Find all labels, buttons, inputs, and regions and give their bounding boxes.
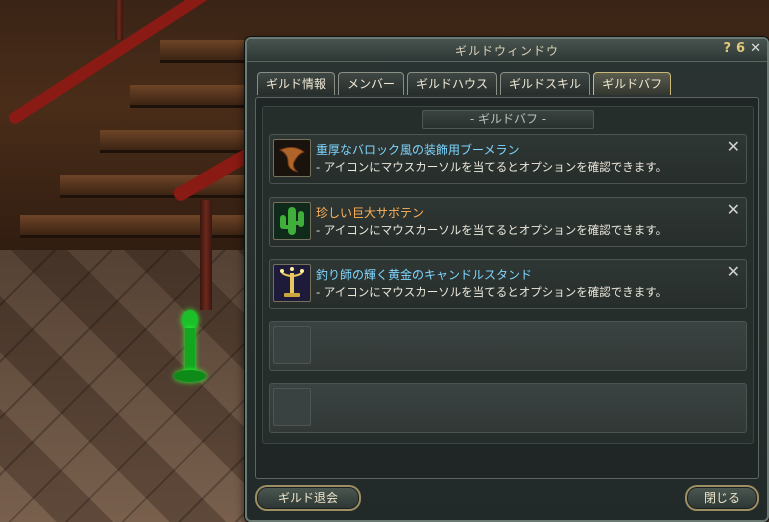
cactus-icon[interactable]: [273, 202, 311, 240]
guild-window: ギルドウィンドウ ? 6 ✕ ギルド情報 メンバー ギルドハウス ギルドスキル …: [245, 37, 769, 522]
buff-slot: 釣り師の輝く黄金のキャンドルスタンド - アイコンにマウスカーソルを当てるとオプ…: [269, 259, 747, 309]
close-icon[interactable]: ✕: [750, 41, 761, 56]
empty-buff-slot: [269, 321, 747, 371]
window-titlebar[interactable]: ギルドウィンドウ ? 6 ✕: [247, 39, 767, 62]
empty-buff-slot: [269, 383, 747, 433]
window-title: ギルドウィンドウ: [454, 44, 559, 58]
empty-slot-icon: [273, 326, 311, 364]
remove-buff-icon[interactable]: ✕: [727, 200, 740, 219]
stair-post: [200, 200, 212, 310]
help-icon[interactable]: ?: [724, 41, 732, 56]
tab-guild-buff[interactable]: ギルドバフ: [593, 72, 672, 95]
tab-guild-house[interactable]: ギルドハウス: [407, 72, 498, 95]
remove-buff-icon[interactable]: ✕: [727, 137, 740, 156]
buff-description: - アイコンにマウスカーソルを当てるとオプションを確認できます。: [316, 160, 668, 174]
boomerang-icon[interactable]: [273, 139, 311, 177]
buff-description: - アイコンにマウスカーソルを当てるとオプションを確認できます。: [316, 285, 668, 299]
remove-buff-icon[interactable]: ✕: [727, 262, 740, 281]
tab-guild-info[interactable]: ギルド情報: [257, 72, 336, 95]
section-label: - ギルドバフ -: [422, 110, 594, 129]
buff-panel: - ギルドバフ - 重厚なバロック風の装飾用ブーメラン - アイコンにマウスカー…: [255, 97, 759, 479]
buff-name: 珍しい巨大サボテン: [316, 206, 425, 220]
buff-description: - アイコンにマウスカーソルを当てるとオプションを確認できます。: [316, 223, 668, 237]
tab-members[interactable]: メンバー: [338, 72, 405, 95]
leave-guild-button[interactable]: ギルド退会: [255, 485, 361, 511]
tab-bar: ギルド情報 メンバー ギルドハウス ギルドスキル ギルドバフ: [257, 72, 674, 96]
buff-list: - ギルドバフ - 重厚なバロック風の装飾用ブーメラン - アイコンにマウスカー…: [262, 106, 754, 444]
buff-slot: 珍しい巨大サボテン - アイコンにマウスカーソルを当てるとオプションを確認できま…: [269, 197, 747, 247]
buff-slot: 重厚なバロック風の装飾用ブーメラン - アイコンにマウスカーソルを当てるとオプシ…: [269, 134, 747, 184]
tab-guild-skill[interactable]: ギルドスキル: [500, 72, 591, 95]
empty-slot-icon: [273, 388, 311, 426]
lock-icon[interactable]: 6: [736, 41, 745, 56]
close-button[interactable]: 閉じる: [685, 485, 759, 511]
buff-name: 重厚なバロック風の装飾用ブーメラン: [316, 143, 520, 157]
candlestand-icon[interactable]: [273, 264, 311, 302]
buff-name: 釣り師の輝く黄金のキャンドルスタンド: [316, 268, 533, 282]
green-statue-object[interactable]: [172, 310, 208, 386]
